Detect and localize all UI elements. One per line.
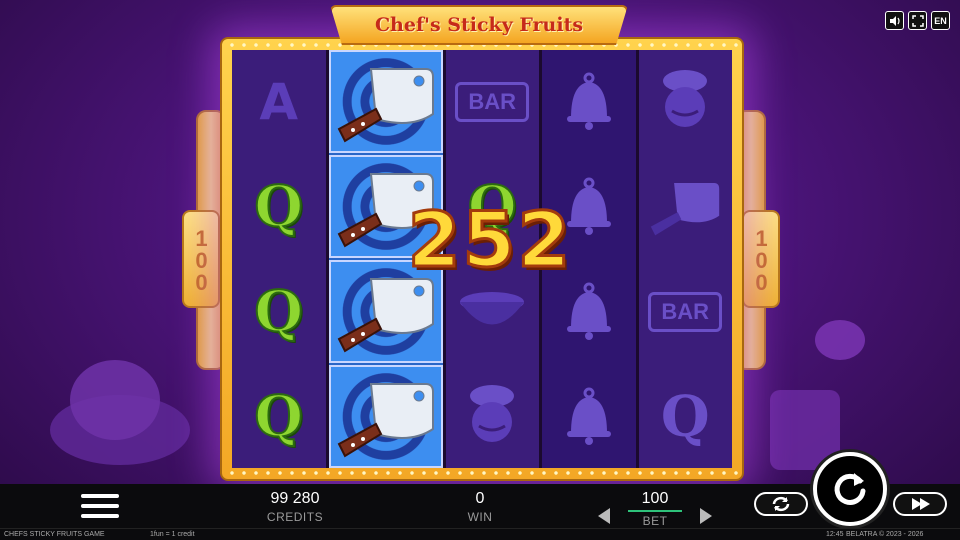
turbo-button[interactable] [893, 492, 947, 516]
menu-icon-line [81, 494, 119, 498]
credits-label: CREDITS [266, 510, 324, 524]
reel-cell: Q [232, 365, 326, 468]
menu-icon-line [81, 514, 119, 518]
symbol-q: Q [253, 278, 304, 346]
symbol-q: Q [253, 383, 304, 451]
bet-label: BET [642, 514, 668, 528]
bowl-icon [460, 291, 525, 324]
reel-cell: BAR [446, 50, 540, 153]
game-title: Chef's Sticky Fruits [374, 14, 584, 36]
footer-game-name: CHEFS STICKY FRUITS GAME [4, 531, 105, 538]
left-lines-value: 100 [189, 226, 214, 292]
fullscreen-icon[interactable] [908, 11, 927, 30]
win-label: WIN [467, 510, 493, 524]
win-value: 0 [475, 490, 485, 507]
credits-value: 99 280 [270, 490, 320, 507]
left-lines-indicator: 100 [182, 210, 220, 308]
bet-value: 100 [641, 490, 669, 507]
win-display: 0 WIN [455, 490, 505, 524]
reel-cell [639, 50, 733, 153]
footer-rate: 1fun = 1 credit [150, 531, 195, 538]
language-button[interactable]: EN [931, 11, 950, 30]
win-amount-display: 252 [406, 194, 573, 286]
reel-cell: Q [639, 365, 733, 468]
autoplay-button[interactable] [754, 492, 808, 516]
menu-icon-line [81, 504, 119, 508]
footer-strip: CHEFS STICKY FRUITS GAME 1fun = 1 credit… [0, 528, 960, 540]
cleaver-icon [337, 67, 434, 142]
bell-icon [566, 387, 611, 445]
cleaver-icon [651, 182, 720, 235]
reel-cell: Q [232, 155, 326, 258]
play-forward-icon [912, 498, 930, 510]
right-lines-indicator: 100 [742, 210, 780, 308]
bet-decrease-button[interactable] [598, 508, 610, 524]
reel-cell: Q [232, 260, 326, 363]
reel-cell [328, 50, 443, 153]
bell-icon [566, 72, 611, 130]
footer-time: 12:45 [826, 531, 844, 538]
spin-button[interactable] [813, 452, 887, 526]
background-grapes-right [815, 320, 865, 360]
right-lines-value: 100 [749, 226, 774, 292]
spin-icon [834, 473, 866, 505]
symbol-q: Q [660, 383, 710, 450]
reel-cell [446, 365, 540, 468]
reel-cell [328, 365, 443, 468]
footer-copyright: BELATRA © 2023 - 2026 [846, 531, 924, 538]
reel-5: BAR Q [638, 50, 733, 468]
top-controls: EN [885, 11, 950, 30]
bet-display: 100 BET [628, 490, 682, 528]
game-title-banner: Chef's Sticky Fruits [330, 5, 628, 45]
reel-1: A Q Q Q [232, 50, 326, 468]
symbol-a: A [259, 72, 299, 131]
frame-lights-bottom [226, 470, 738, 476]
symbol-q: Q [253, 173, 304, 241]
bell-icon [566, 282, 611, 340]
menu-button[interactable] [81, 494, 119, 518]
background-fruit-left [70, 360, 160, 440]
reel-cell: A [232, 50, 326, 153]
reel-cell [542, 50, 636, 153]
bet-underline [628, 510, 682, 512]
bet-increase-button[interactable] [700, 508, 712, 524]
reel-cell: BAR [639, 260, 733, 363]
credits-display: 99 280 CREDITS [250, 490, 340, 524]
symbol-bar: BAR [648, 291, 723, 332]
reel-cell [639, 155, 733, 258]
chef-icon [663, 69, 708, 127]
autoplay-icon [772, 496, 790, 512]
symbol-bar: BAR [455, 81, 530, 122]
cleaver-icon [337, 382, 434, 457]
chef-icon [470, 384, 515, 442]
reel-cell [542, 365, 636, 468]
speaker-icon[interactable] [885, 11, 904, 30]
